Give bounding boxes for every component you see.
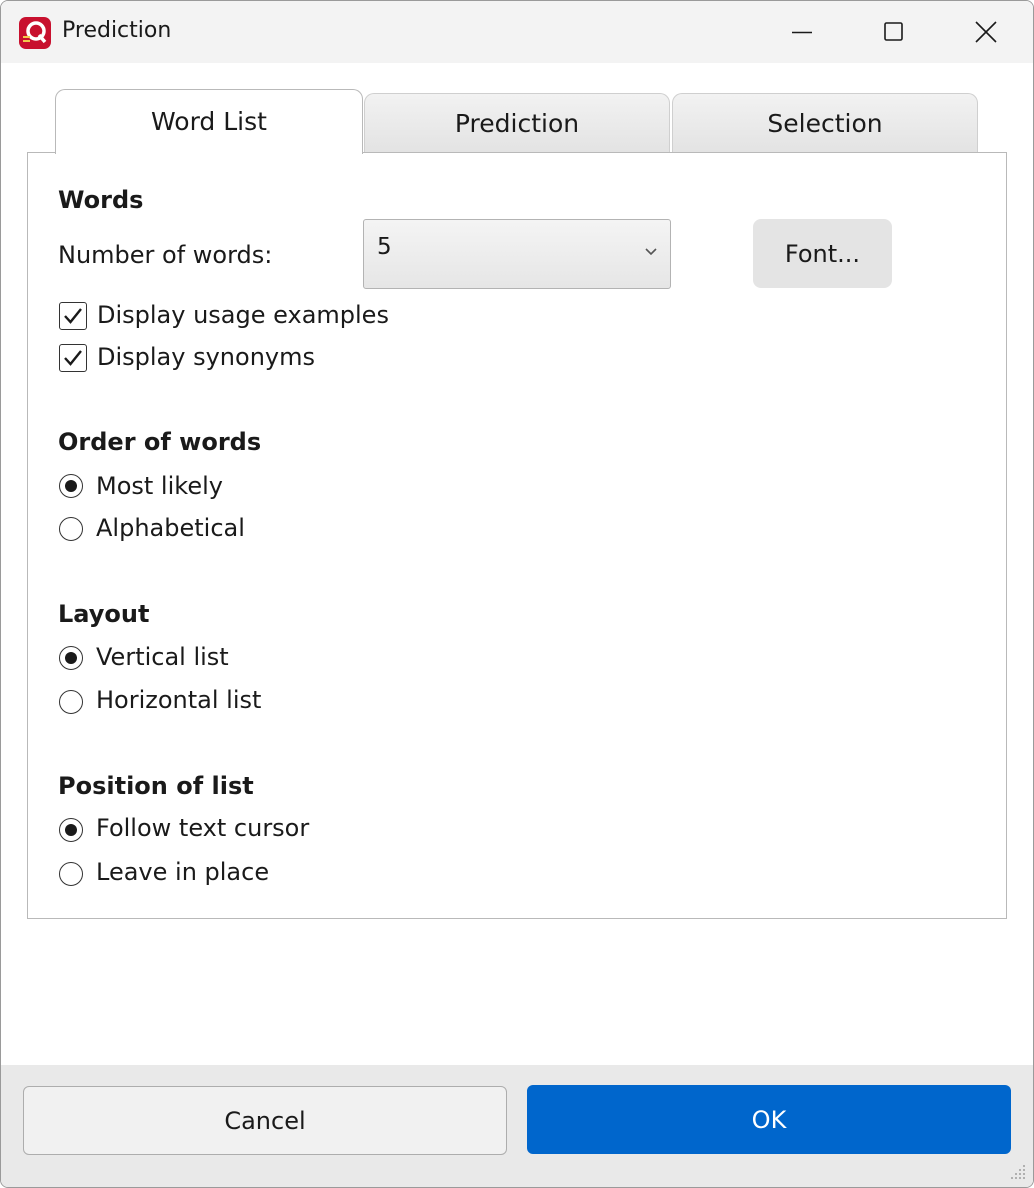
resize-grip-icon[interactable] — [1005, 1159, 1029, 1183]
chevron-down-icon — [645, 248, 657, 256]
radio-selected-dot — [65, 652, 77, 664]
words-heading: Words — [58, 186, 144, 214]
close-icon — [975, 21, 997, 43]
horizontal-list-label[interactable]: Horizontal list — [96, 686, 261, 714]
follow-cursor-label[interactable]: Follow text cursor — [96, 814, 309, 842]
ok-button[interactable]: OK — [527, 1085, 1011, 1154]
synonyms-checkbox[interactable] — [59, 344, 87, 372]
position-heading: Position of list — [58, 772, 254, 800]
app-logo-icon — [19, 17, 51, 49]
window-title: Prediction — [62, 18, 172, 43]
minimize-button[interactable] — [756, 1, 848, 63]
tab-prediction[interactable]: Prediction — [364, 93, 670, 152]
leave-in-place-label[interactable]: Leave in place — [96, 858, 269, 886]
number-of-words-select[interactable]: 5 — [363, 219, 671, 289]
minimize-icon — [792, 31, 812, 34]
radio-selected-dot — [65, 480, 77, 492]
radio-selected-dot — [65, 824, 77, 836]
radio-alphabetical[interactable] — [59, 517, 83, 541]
tab-word-list[interactable]: Word List — [55, 89, 363, 154]
usage-examples-label[interactable]: Display usage examples — [97, 301, 389, 329]
font-button[interactable]: Font... — [753, 219, 892, 288]
synonyms-label[interactable]: Display synonyms — [97, 343, 315, 371]
alphabetical-label[interactable]: Alphabetical — [96, 514, 245, 542]
radio-follow-cursor[interactable] — [59, 818, 83, 842]
prediction-dialog: Prediction Word List Prediction Selectio… — [0, 0, 1034, 1188]
number-of-words-value: 5 — [377, 234, 392, 260]
number-of-words-label: Number of words: — [58, 241, 273, 269]
usage-examples-checkbox[interactable] — [59, 302, 87, 330]
checkmark-icon — [64, 308, 82, 324]
maximize-button[interactable] — [848, 1, 940, 63]
close-button[interactable] — [940, 1, 1032, 63]
title-bar[interactable]: Prediction — [1, 1, 1033, 63]
radio-most-likely[interactable] — [59, 474, 83, 498]
maximize-icon — [884, 22, 903, 41]
vertical-list-label[interactable]: Vertical list — [96, 643, 229, 671]
tab-selection[interactable]: Selection — [672, 93, 978, 152]
cancel-button[interactable]: Cancel — [23, 1086, 507, 1155]
order-heading: Order of words — [58, 428, 262, 456]
most-likely-label[interactable]: Most likely — [96, 472, 223, 500]
layout-heading: Layout — [58, 600, 150, 628]
radio-horizontal-list[interactable] — [59, 690, 83, 714]
checkmark-icon — [64, 350, 82, 366]
radio-leave-in-place[interactable] — [59, 862, 83, 886]
radio-vertical-list[interactable] — [59, 646, 83, 670]
